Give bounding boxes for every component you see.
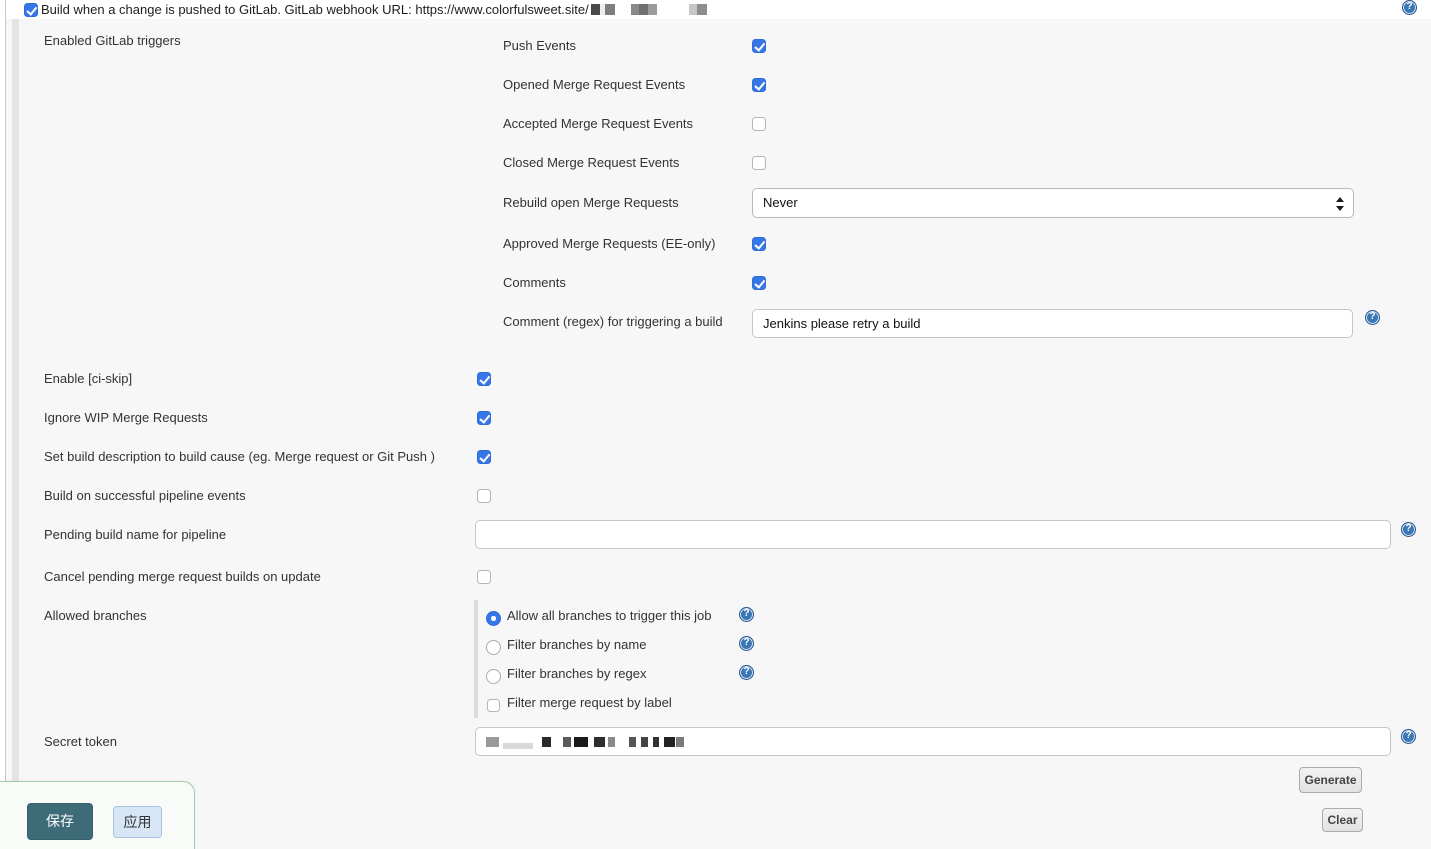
filter-branches-by-name-label: Filter branches by name <box>507 637 646 652</box>
cancel-pending-mr-label: Cancel pending merge request builds on u… <box>44 569 321 584</box>
redacted-webhook-url-segment <box>591 4 707 15</box>
enable-ci-skip-label: Enable [ci-skip] <box>44 371 132 386</box>
updown-arrows-icon <box>1335 196 1344 212</box>
approved-mr-checkbox[interactable] <box>752 237 766 251</box>
secret-token-input[interactable] <box>475 727 1391 756</box>
redacted-secret-token <box>486 737 684 747</box>
help-icon[interactable]: ? <box>1401 729 1416 744</box>
comment-regex-label: Comment (regex) for triggering a build <box>503 314 723 329</box>
enabled-triggers-label: Enabled GitLab triggers <box>44 33 181 48</box>
pending-build-name-label: Pending build name for pipeline <box>44 527 226 542</box>
ignore-wip-mr-label: Ignore WIP Merge Requests <box>44 410 208 425</box>
enable-ci-skip-checkbox[interactable] <box>477 372 491 386</box>
cancel-pending-mr-checkbox[interactable] <box>477 570 491 584</box>
help-icon[interactable]: ? <box>1401 522 1416 537</box>
filter-branches-by-regex-radio[interactable] <box>486 669 501 684</box>
push-events-checkbox[interactable] <box>752 39 766 53</box>
allow-all-branches-label: Allow all branches to trigger this job <box>507 608 712 623</box>
radio-group-indent-bar <box>474 600 478 718</box>
filter-branches-by-name-radio[interactable] <box>486 640 501 655</box>
help-icon[interactable]: ? <box>1402 0 1417 15</box>
filter-mr-by-label-label: Filter merge request by label <box>507 695 672 710</box>
comments-checkbox[interactable] <box>752 276 766 290</box>
page-title-text: Build when a change is pushed to GitLab.… <box>41 2 589 17</box>
set-build-description-checkbox[interactable] <box>477 450 491 464</box>
closed-mr-events-label: Closed Merge Request Events <box>503 155 679 170</box>
pending-build-name-input[interactable] <box>475 520 1391 549</box>
build-when-pushed-checkbox[interactable] <box>24 3 38 17</box>
opened-mr-events-checkbox[interactable] <box>752 78 766 92</box>
ignore-wip-mr-checkbox[interactable] <box>477 411 491 425</box>
help-icon[interactable]: ? <box>739 607 754 622</box>
rebuild-open-mr-select[interactable]: Never <box>752 188 1354 218</box>
build-on-pipeline-checkbox[interactable] <box>477 489 491 503</box>
closed-mr-events-checkbox[interactable] <box>752 156 766 170</box>
help-icon[interactable]: ? <box>739 665 754 680</box>
allow-all-branches-radio[interactable] <box>486 611 501 626</box>
help-icon[interactable]: ? <box>1365 310 1380 325</box>
set-build-description-label: Set build description to build cause (eg… <box>44 449 435 464</box>
accepted-mr-events-checkbox[interactable] <box>752 117 766 131</box>
filter-branches-by-regex-label: Filter branches by regex <box>507 666 646 681</box>
rebuild-open-mr-label: Rebuild open Merge Requests <box>503 195 679 210</box>
generate-button[interactable]: Generate <box>1299 767 1362 793</box>
clear-button[interactable]: Clear <box>1322 808 1363 832</box>
opened-mr-events-label: Opened Merge Request Events <box>503 77 685 92</box>
build-on-pipeline-label: Build on successful pipeline events <box>44 488 246 503</box>
gitlab-trigger-config-panel: Build when a change is pushed to GitLab.… <box>0 0 1431 849</box>
filter-mr-by-label-checkbox[interactable] <box>487 699 500 712</box>
page-title: Build when a change is pushed to GitLab.… <box>41 2 707 17</box>
rebuild-open-mr-selected-value: Never <box>763 195 798 210</box>
accepted-mr-events-label: Accepted Merge Request Events <box>503 116 693 131</box>
approved-mr-label: Approved Merge Requests (EE-only) <box>503 236 715 251</box>
section-indent-band <box>12 19 19 849</box>
allowed-branches-label: Allowed branches <box>44 608 147 623</box>
section-border-line <box>5 0 6 849</box>
help-icon[interactable]: ? <box>739 636 754 651</box>
push-events-label: Push Events <box>503 38 576 53</box>
comment-regex-input[interactable]: Jenkins please retry a build <box>752 309 1353 338</box>
secret-token-label: Secret token <box>44 734 117 749</box>
comments-label: Comments <box>503 275 566 290</box>
save-button[interactable]: 保存 <box>27 803 93 840</box>
apply-button[interactable]: 应用 <box>113 806 162 838</box>
